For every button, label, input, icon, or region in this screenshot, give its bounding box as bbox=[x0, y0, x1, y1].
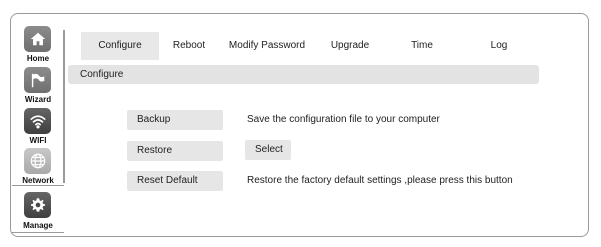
restore-button[interactable]: Restore bbox=[127, 141, 223, 161]
sidebar: Home Wizard WIFI Network Manage bbox=[12, 22, 64, 233]
sidebar-item-label: Home bbox=[26, 54, 50, 63]
wizard-icon bbox=[24, 67, 51, 93]
section-title: Configure bbox=[68, 65, 539, 84]
gear-icon bbox=[24, 192, 51, 218]
sidebar-item-label: WIFI bbox=[29, 136, 47, 145]
tab-configure[interactable]: Configure bbox=[81, 32, 159, 60]
tab-reboot[interactable]: Reboot bbox=[164, 32, 214, 60]
reset-default-button[interactable]: Reset Default bbox=[127, 171, 223, 191]
sidebar-item-home[interactable]: Home bbox=[12, 26, 64, 66]
globe-icon bbox=[24, 148, 51, 174]
tab-time[interactable]: Time bbox=[406, 32, 438, 60]
sidebar-item-label: Wizard bbox=[24, 95, 52, 104]
select-file-button[interactable]: Select bbox=[245, 140, 291, 160]
backup-description: Save the configuration file to your comp… bbox=[247, 114, 440, 125]
sidebar-item-manage[interactable]: Manage bbox=[12, 185, 64, 233]
sidebar-item-label: Network bbox=[22, 176, 54, 185]
sidebar-item-label: Manage bbox=[23, 221, 53, 230]
content-divider bbox=[63, 30, 65, 183]
sidebar-item-wizard[interactable]: Wizard bbox=[12, 67, 64, 107]
home-icon bbox=[24, 26, 51, 52]
reset-default-description: Restore the factory default settings ,pl… bbox=[247, 175, 513, 186]
tab-upgrade[interactable]: Upgrade bbox=[324, 32, 376, 60]
sidebar-item-network[interactable]: Network bbox=[12, 148, 64, 188]
sidebar-item-wifi[interactable]: WIFI bbox=[12, 108, 64, 148]
wifi-icon bbox=[24, 108, 51, 134]
tab-bar: Configure Reboot Modify Password Upgrade… bbox=[68, 32, 578, 60]
backup-button[interactable]: Backup bbox=[127, 110, 223, 130]
tab-modify-password[interactable]: Modify Password bbox=[226, 32, 308, 60]
tab-log[interactable]: Log bbox=[486, 32, 512, 60]
